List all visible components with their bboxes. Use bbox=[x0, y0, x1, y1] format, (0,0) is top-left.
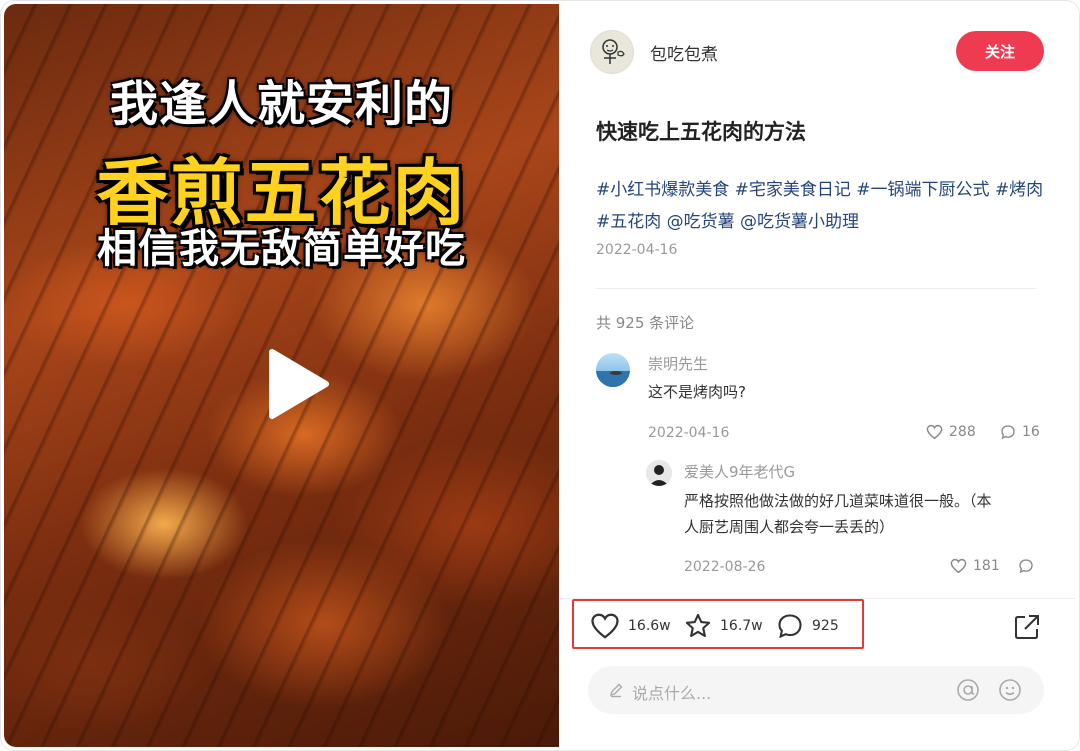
avatar-sea-icon bbox=[596, 371, 630, 387]
comment-like-count: 288 bbox=[949, 424, 976, 440]
note-panel: 包吃包煮 关注 快速吃上五花肉的方法 #小红书爆款美食 #宅家美食日记 #一锅端… bbox=[560, 4, 1076, 747]
author-avatar[interactable] bbox=[590, 30, 634, 74]
heart-icon bbox=[926, 424, 943, 440]
favorite-button[interactable]: 16.7w bbox=[684, 612, 763, 640]
replier-name[interactable]: 爱美人9年老代G bbox=[684, 461, 795, 482]
reply-date: 2022-08-26 bbox=[684, 559, 766, 575]
like-button[interactable]: 16.6w bbox=[590, 612, 671, 640]
star-icon bbox=[685, 613, 711, 637]
pen-icon bbox=[609, 683, 623, 698]
comment-reply-count: 16 bbox=[1022, 424, 1040, 440]
share-icon[interactable] bbox=[1012, 612, 1042, 642]
commenter-name[interactable]: 崇明先生 bbox=[648, 353, 708, 374]
comment-bubble-icon bbox=[1019, 559, 1033, 574]
comment-bubble-icon bbox=[1001, 425, 1015, 440]
cover-caption-line3: 相信我无敌简单好吃 bbox=[97, 226, 466, 272]
comment-bubble-icon bbox=[778, 614, 802, 639]
comment-input-bar[interactable]: 说点什么... bbox=[588, 666, 1044, 714]
avatar-sketch-icon bbox=[602, 39, 625, 64]
reply-like-count: 181 bbox=[973, 558, 1000, 574]
mention-icon[interactable] bbox=[956, 678, 980, 702]
reply-reply-button[interactable] bbox=[1018, 558, 1040, 574]
comment-date: 2022-04-16 bbox=[648, 425, 730, 441]
note-title: 快速吃上五花肉的方法 bbox=[596, 120, 806, 144]
avatar-person-icon bbox=[646, 460, 672, 486]
comment-like-button[interactable]: 288 bbox=[926, 424, 976, 440]
author-name[interactable]: 包吃包煮 bbox=[650, 40, 718, 65]
comment-count-action: 925 bbox=[812, 618, 839, 634]
heart-icon bbox=[950, 558, 967, 574]
note-date: 2022-04-16 bbox=[596, 242, 678, 258]
divider bbox=[596, 288, 1036, 289]
play-icon[interactable] bbox=[254, 344, 334, 424]
comment-reply-button[interactable]: 16 bbox=[1000, 424, 1040, 440]
comment-text: 这不是烤肉吗? bbox=[648, 383, 746, 401]
reply-text-line1: 严格按照他做法做的好几道菜味道很一般。（本 bbox=[684, 492, 992, 510]
comment-button[interactable]: 925 bbox=[776, 612, 839, 640]
like-count: 16.6w bbox=[628, 618, 671, 634]
note-detail-card: 我逢人就安利的 香煎五花肉 相信我无敌简单好吃 包吃包煮 关注 快速吃上五花肉的… bbox=[0, 0, 1080, 751]
author-info[interactable]: 包吃包煮 bbox=[590, 30, 718, 74]
comment-count: 共 925 条评论 bbox=[596, 314, 695, 332]
note-tags[interactable]: #小红书爆款美食 #宅家美食日记 #一锅端下厨公式 #烤肉 #五花肉 @吃货薯 … bbox=[596, 174, 1046, 238]
commenter-avatar[interactable] bbox=[596, 353, 630, 387]
emoji-icon[interactable] bbox=[998, 678, 1022, 702]
comment-input[interactable]: 说点什么... bbox=[632, 680, 711, 704]
heart-icon bbox=[591, 613, 619, 639]
reply-like-button[interactable]: 181 bbox=[950, 558, 1000, 574]
replier-avatar[interactable] bbox=[646, 460, 672, 486]
follow-button[interactable]: 关注 bbox=[956, 31, 1044, 71]
cover-caption-line1: 我逢人就安利的 bbox=[109, 76, 453, 132]
video-cover[interactable]: 我逢人就安利的 香煎五花肉 相信我无敌简单好吃 bbox=[4, 4, 559, 747]
reply-text-line2: 人厨艺周围人都会夸一丢丢的） bbox=[684, 518, 895, 536]
favorite-count: 16.7w bbox=[720, 618, 763, 634]
